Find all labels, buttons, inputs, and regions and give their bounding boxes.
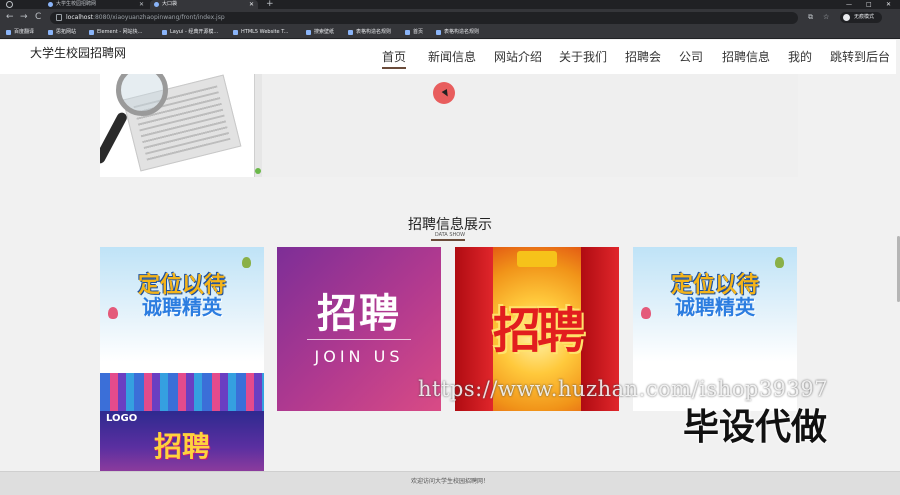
bookmark-icon — [436, 30, 441, 35]
bookmark-icon — [405, 30, 410, 35]
bookmark-icon — [48, 30, 53, 35]
nav-job-info[interactable]: 招聘信息 — [722, 48, 770, 65]
tab-close-icon[interactable]: ✕ — [249, 0, 254, 9]
footer-text: 欢迎访问大学生校园招聘网！ — [410, 478, 489, 485]
site-title: 大学生校园招聘网 — [30, 46, 127, 60]
page-scrollbar[interactable] — [896, 40, 900, 471]
job-card[interactable]: LOGO 招聘 — [100, 411, 264, 471]
poster-logo: LOGO — [106, 413, 138, 424]
watermark-text: 毕设代做 — [683, 407, 828, 448]
bookmark-icon — [6, 30, 11, 35]
poster-subline: 诚聘精英 — [142, 295, 222, 319]
tab-title: 大学生校园招聘网 — [56, 1, 97, 7]
balloon-icon — [108, 307, 118, 319]
bookmark-item[interactable]: 搜索壁纸 — [306, 26, 334, 39]
tab-favicon-icon — [48, 2, 53, 7]
mouse-cursor-highlight — [433, 82, 455, 104]
site-footer: 欢迎访问大学生校园招聘网！ — [0, 471, 900, 495]
bookmarks-bar: 百度翻译 思拓网站 Element - 网站快... Layui - 经典开源模… — [0, 26, 900, 39]
crown-icon — [517, 251, 557, 267]
forward-button[interactable]: → — [20, 12, 28, 23]
nav-mine[interactable]: 我的 — [788, 48, 812, 65]
bookmark-item[interactable]: 思拓网站 — [48, 26, 76, 39]
bookmark-item[interactable]: HTML5 Website T... — [233, 26, 288, 39]
address-url: localhost:8080/xiaoyuanzhaopinwang/front… — [66, 14, 225, 21]
nav-site-intro[interactable]: 网站介绍 — [494, 48, 542, 65]
poster-headline: 招聘 — [492, 303, 585, 359]
nav-about-us[interactable]: 关于我们 — [559, 48, 607, 65]
tab-close-icon[interactable]: ✕ — [139, 0, 144, 9]
section-subtitle: DATA SHOW — [434, 232, 466, 238]
section-underline — [431, 239, 465, 241]
close-window-button[interactable]: ✕ — [886, 0, 891, 9]
minimize-button[interactable]: — — [846, 0, 852, 9]
new-tab-button[interactable]: + — [266, 0, 274, 9]
nav-news[interactable]: 新闻信息 — [428, 48, 476, 65]
job-card[interactable]: 招聘 JOIN US — [277, 247, 441, 411]
poster-headline: 招聘 — [317, 291, 401, 337]
tab-favicon-icon — [154, 2, 159, 7]
incognito-icon — [843, 14, 850, 21]
bookmark-item[interactable]: 表格构造名规则 — [436, 26, 479, 39]
browser-tab-1[interactable]: 大学生校园招聘网 ✕ — [44, 0, 148, 9]
bookmark-icon — [348, 30, 353, 35]
city-skyline — [100, 373, 264, 411]
translate-icon[interactable]: ⧉ — [808, 13, 813, 22]
bookmark-item[interactable]: 百度翻译 — [6, 26, 34, 39]
bookmark-star-icon[interactable]: ☆ — [823, 13, 829, 22]
browser-tab-strip: 大学生校园招聘网 ✕ 大口袋 ✕ + — □ ✕ — [0, 0, 900, 9]
browser-tab-2[interactable]: 大口袋 ✕ — [150, 0, 258, 9]
news-image-card[interactable] — [100, 74, 262, 177]
nav-home[interactable]: 首页 — [382, 48, 407, 69]
poster-subline: 诚聘精英 — [675, 295, 755, 319]
bookmark-item[interactable]: Element - 网站快... — [89, 26, 142, 39]
bookmark-icon — [162, 30, 167, 35]
back-button[interactable]: ← — [6, 12, 14, 23]
bookmark-item[interactable]: 首页 — [405, 26, 423, 39]
bookmark-icon — [233, 30, 238, 35]
profile-label: 无痕模式 — [854, 14, 875, 20]
nav-job-fair[interactable]: 招聘会 — [625, 48, 661, 65]
site-header: 大学生校园招聘网 首页 新闻信息 网站介绍 关于我们 招聘会 公司 招聘信息 我… — [0, 40, 900, 74]
site-info-icon[interactable] — [56, 14, 62, 21]
page-content: 招聘信息展示 DATA SHOW 定位以待 诚聘精英 招聘 JOIN US 招聘… — [0, 74, 900, 471]
bookmark-item[interactable]: Layui - 经典开源模... — [162, 26, 218, 39]
job-card[interactable]: 定位以待 诚聘精英 — [100, 247, 264, 411]
browser-toolbar: ← → C localhost:8080/xiaoyuanzhaopinwang… — [0, 9, 900, 26]
section-title: 招聘信息展示 — [408, 217, 492, 233]
nav-company[interactable]: 公司 — [679, 48, 703, 65]
bookmark-icon — [89, 30, 94, 35]
reload-button[interactable]: C — [35, 12, 41, 23]
browser-menu-icon[interactable] — [6, 1, 13, 8]
poster-subline: JOIN US — [314, 347, 404, 366]
bookmark-item[interactable]: 表格构造名规则 — [348, 26, 391, 39]
tab-title: 大口袋 — [162, 1, 178, 7]
incognito-profile-button[interactable]: 无痕模式 — [840, 12, 882, 23]
nav-admin-link[interactable]: 跳转到后台 — [830, 48, 890, 65]
address-bar[interactable]: localhost:8080/xiaoyuanzhaopinwang/front… — [50, 12, 798, 24]
balloon-icon — [641, 307, 651, 319]
maximize-button[interactable]: □ — [866, 0, 872, 9]
poster-headline: 招聘 — [153, 430, 210, 463]
bookmark-icon — [306, 30, 311, 35]
